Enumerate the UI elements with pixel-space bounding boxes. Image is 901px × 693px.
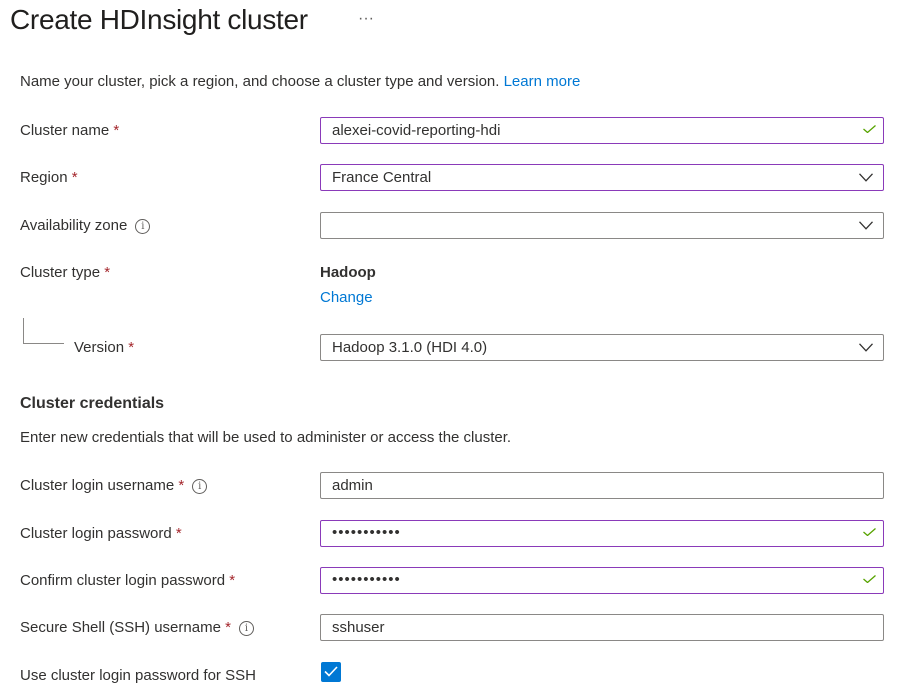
login-username-input[interactable]: admin (320, 472, 884, 499)
required-marker: * (178, 477, 185, 494)
cluster-name-input[interactable]: alexei-covid-reporting-hdi (320, 117, 884, 144)
region-value: France Central (332, 169, 432, 186)
more-options-button[interactable]: ··· (358, 10, 374, 28)
login-password-label: Cluster login password * (20, 525, 182, 542)
change-cluster-type-link[interactable]: Change (320, 289, 373, 306)
required-marker: * (71, 169, 78, 186)
use-login-password-ssh-checkbox[interactable] (321, 662, 341, 682)
confirm-password-value: ••••••••••• (332, 571, 401, 588)
version-label: Version * (74, 339, 134, 356)
info-icon[interactable]: i (192, 479, 208, 494)
login-password-label-text: Cluster login password (20, 525, 172, 542)
version-label-text: Version (74, 339, 125, 356)
login-password-input[interactable]: ••••••••••• (320, 520, 884, 547)
intro-text: Name your cluster, pick a region, and ch… (20, 73, 580, 90)
cluster-name-label-text: Cluster name (20, 122, 110, 139)
cluster-type-value: Hadoop (320, 264, 376, 281)
version-value: Hadoop 3.1.0 (HDI 4.0) (332, 339, 488, 356)
required-marker: * (128, 339, 135, 356)
info-icon[interactable]: i (135, 219, 151, 234)
checkmark-icon (863, 528, 876, 536)
required-marker: * (175, 525, 182, 542)
required-marker: * (225, 619, 231, 636)
confirm-password-input[interactable]: ••••••••••• (320, 567, 884, 594)
region-label-text: Region (20, 169, 68, 186)
required-marker: * (229, 572, 236, 589)
login-username-label: Cluster login username * i (20, 477, 208, 494)
confirm-password-label-text: Confirm cluster login password (20, 572, 226, 589)
availability-zone-dropdown[interactable] (320, 212, 884, 239)
required-marker: * (113, 122, 120, 139)
info-icon[interactable]: i (238, 621, 254, 636)
region-label: Region * (20, 169, 78, 186)
cluster-name-label: Cluster name * (20, 122, 119, 139)
credentials-description: Enter new credentials that will be used … (20, 429, 512, 446)
use-login-password-ssh-label: Use cluster login password for SSH (20, 667, 256, 684)
availability-zone-label-text: Availability zone (20, 217, 128, 234)
cluster-name-value: alexei-covid-reporting-hdi (332, 122, 501, 139)
credentials-heading: Cluster credentials (20, 395, 165, 412)
checkmark-icon (863, 125, 876, 133)
learn-more-link[interactable]: Learn more (504, 73, 581, 90)
chevron-down-icon (859, 221, 873, 230)
intro-description: Name your cluster, pick a region, and ch… (20, 73, 500, 90)
ssh-username-label: Secure Shell (SSH) username * i (20, 619, 254, 636)
login-password-value: ••••••••••• (332, 524, 401, 541)
page-title: Create HDInsight cluster (10, 4, 308, 35)
ssh-username-value: sshuser (332, 619, 385, 636)
chevron-down-icon (859, 343, 873, 352)
ssh-username-label-text: Secure Shell (SSH) username (20, 619, 221, 636)
login-username-value: admin (332, 477, 373, 494)
version-dropdown[interactable]: Hadoop 3.1.0 (HDI 4.0) (320, 334, 884, 361)
tree-connector (23, 318, 64, 344)
chevron-down-icon (859, 173, 873, 182)
availability-zone-label: Availability zone i (20, 217, 151, 234)
login-username-label-text: Cluster login username (20, 477, 175, 494)
checkmark-icon (324, 666, 338, 677)
ssh-username-input[interactable]: sshuser (320, 614, 884, 641)
cluster-type-label: Cluster type * (20, 264, 110, 281)
confirm-password-label: Confirm cluster login password * (20, 572, 235, 589)
required-marker: * (104, 264, 111, 281)
region-dropdown[interactable]: France Central (320, 164, 884, 191)
cluster-type-label-text: Cluster type (20, 264, 101, 281)
checkmark-icon (863, 575, 876, 583)
